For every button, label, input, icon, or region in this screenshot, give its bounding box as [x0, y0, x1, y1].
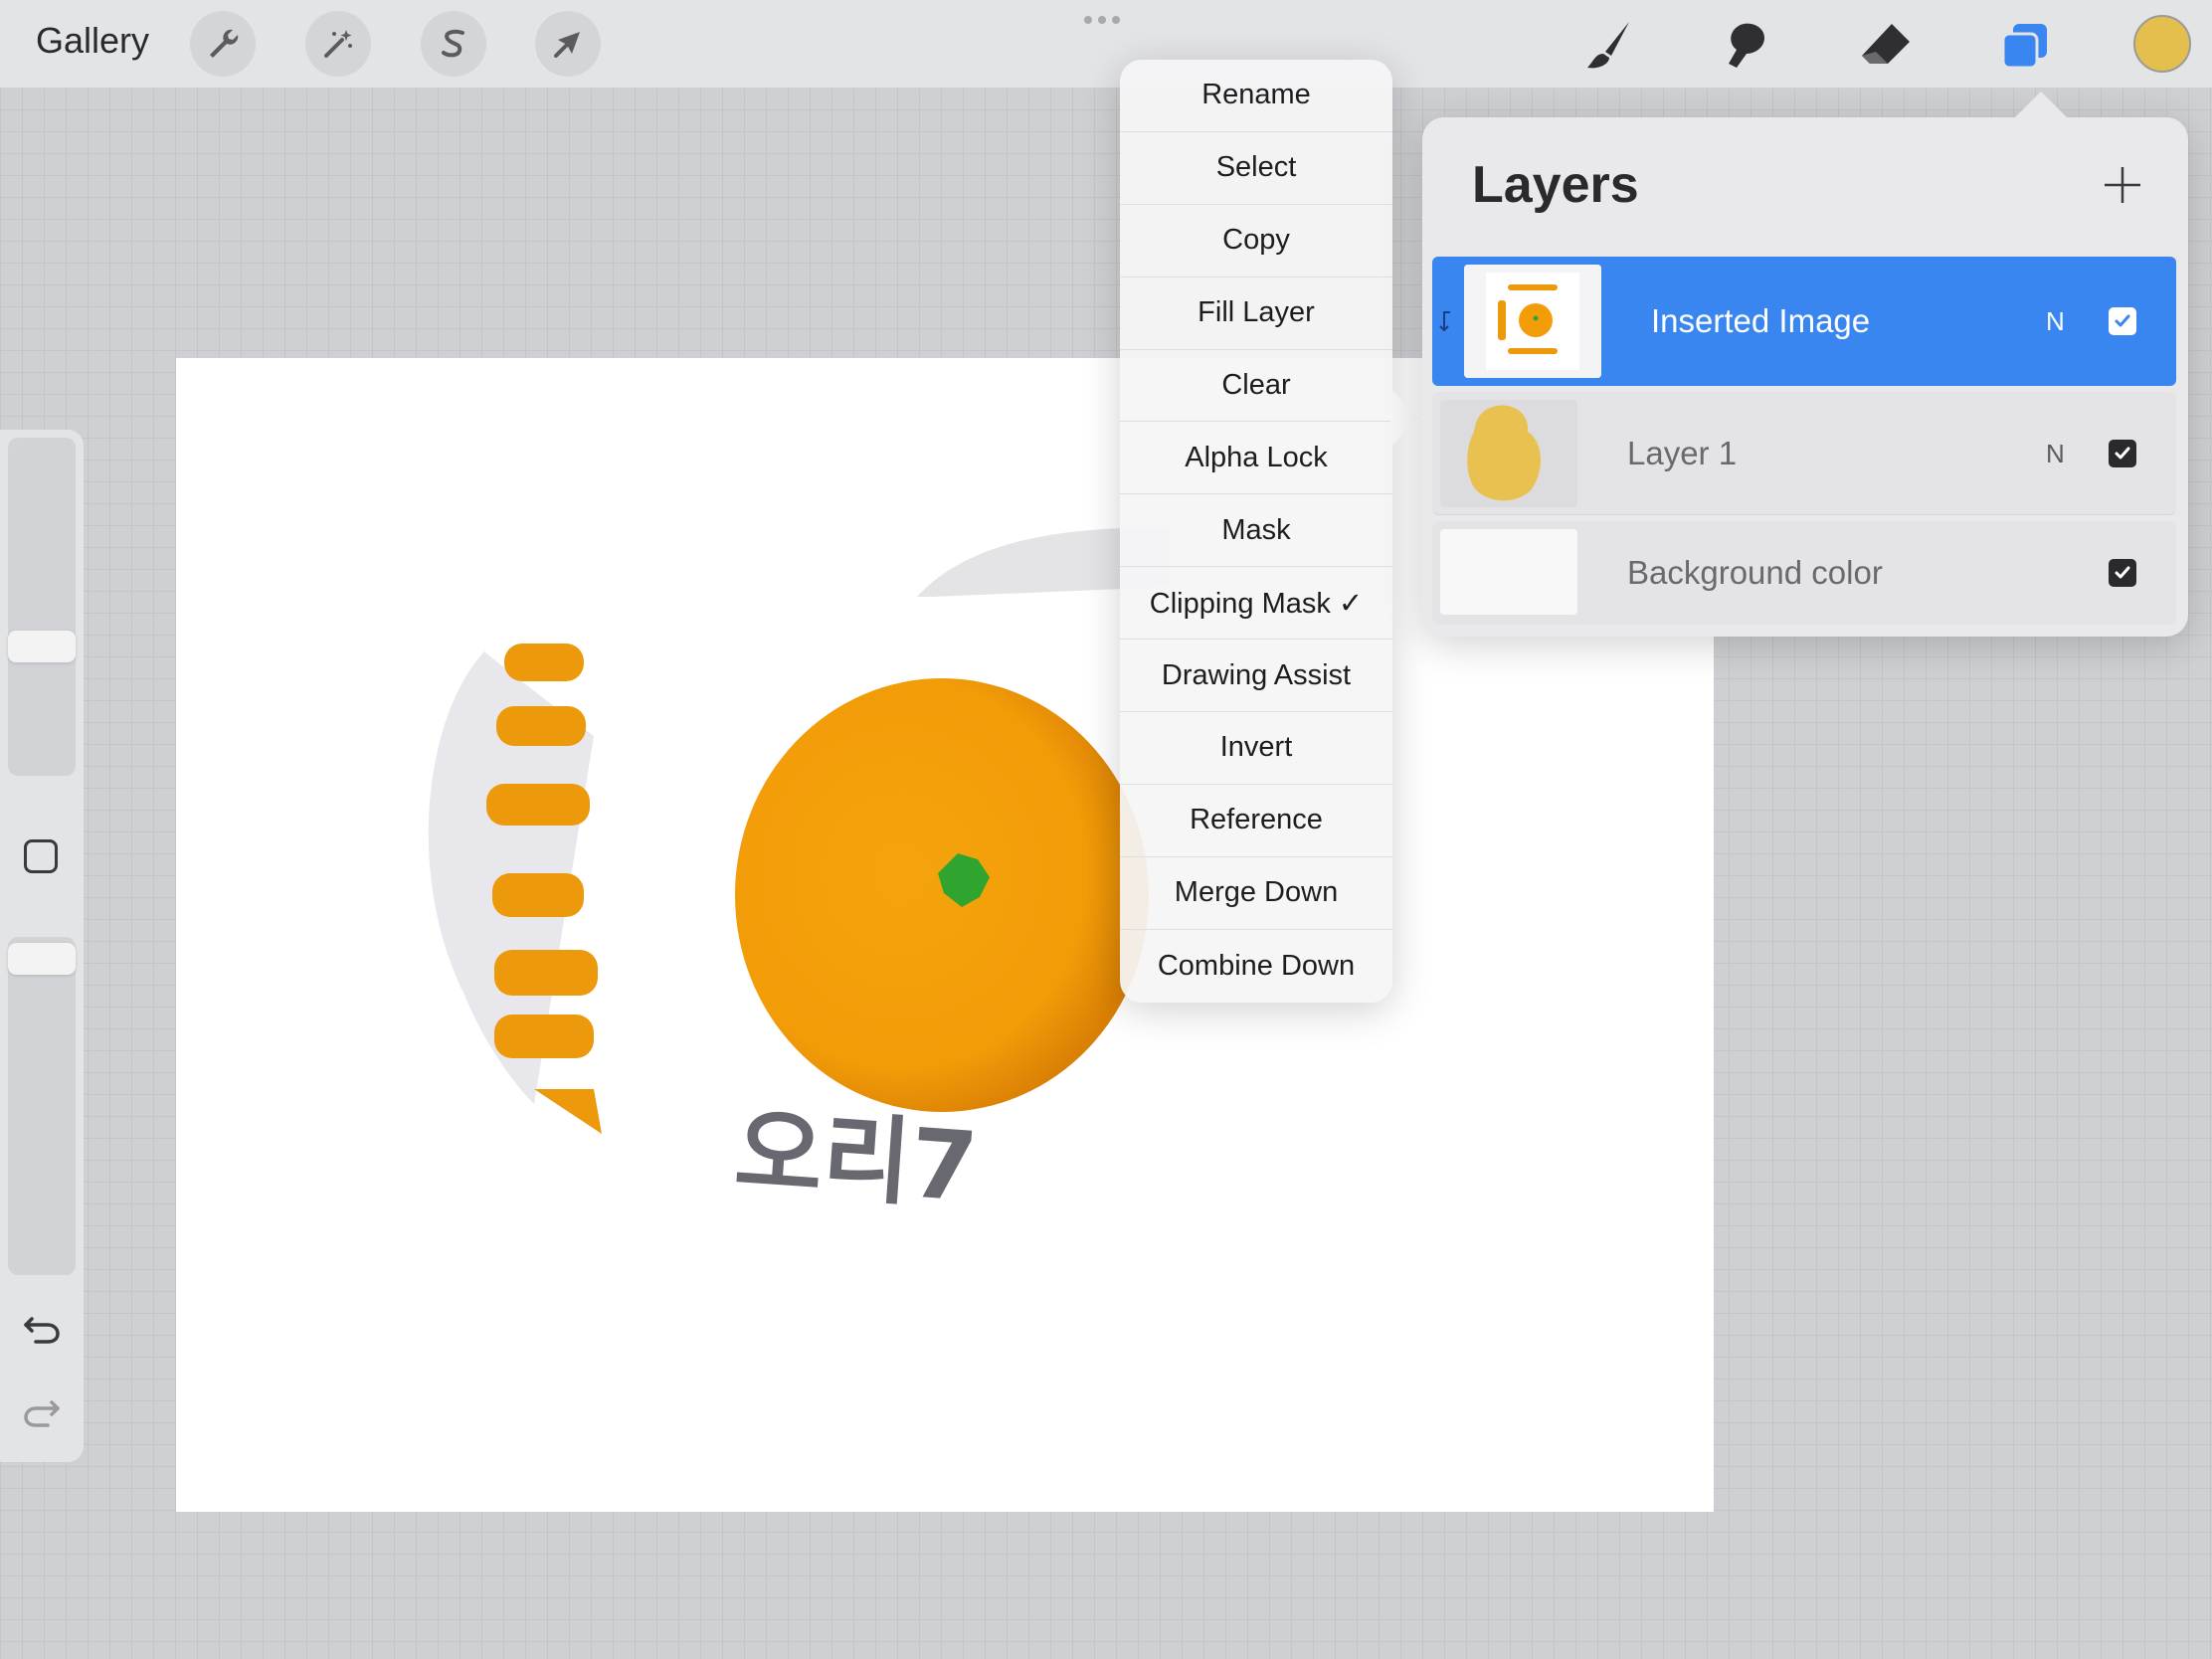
- brush-icon: [1587, 22, 1629, 69]
- menu-item-reference[interactable]: Reference: [1120, 785, 1392, 857]
- visibility-checkbox[interactable]: [2109, 440, 2136, 467]
- layer-row-background-color[interactable]: Background color: [1432, 521, 2176, 625]
- menu-item-fill-layer[interactable]: Fill Layer: [1120, 277, 1392, 350]
- selection-button[interactable]: [421, 11, 486, 77]
- opacity-handle[interactable]: [8, 943, 76, 975]
- adjustments-button[interactable]: [305, 11, 371, 77]
- eraser-tool-button[interactable]: [1854, 14, 1918, 78]
- add-layer-button[interactable]: [2095, 157, 2150, 213]
- brush-size-slider[interactable]: [8, 438, 76, 776]
- selection-s-icon: [442, 29, 464, 58]
- layer-thumbnail-layer-1: [1440, 400, 1577, 507]
- layer-row-inserted-image[interactable]: Inserted Image N: [1432, 257, 2176, 386]
- redo-icon: [24, 1400, 60, 1427]
- orange-fruit: [735, 678, 1149, 1112]
- layer-name: Inserted Image: [1651, 302, 1871, 339]
- menu-item-drawing-assist[interactable]: Drawing Assist: [1120, 640, 1392, 713]
- plus-icon: [2105, 167, 2140, 203]
- checkmark-icon: [2115, 447, 2130, 460]
- menu-item-mask[interactable]: Mask: [1120, 494, 1392, 568]
- layer-row-layer-1[interactable]: Layer 1 N: [1432, 392, 2176, 515]
- opacity-slider[interactable]: [8, 937, 76, 1275]
- transform-arrow-icon: [554, 32, 580, 58]
- menu-item-alpha-lock[interactable]: Alpha Lock: [1120, 422, 1392, 495]
- magic-wand-icon: [324, 30, 352, 58]
- handwritten-label: 오리7: [731, 1095, 981, 1223]
- wrench-icon: [210, 29, 239, 58]
- layer-thumbnail-inserted-image: [1464, 265, 1601, 378]
- eraser-icon: [1862, 24, 1910, 64]
- drag-handle[interactable]: [1084, 16, 1120, 24]
- redo-button[interactable]: [20, 1388, 64, 1432]
- clipping-arrow-icon: [1439, 311, 1450, 332]
- brush-size-handle[interactable]: [8, 631, 76, 662]
- checkmark-icon: [2115, 566, 2130, 579]
- layer-name: Layer 1: [1627, 435, 1738, 471]
- smudge-icon: [1729, 23, 1764, 68]
- layers-tool-button[interactable]: [1993, 14, 2057, 78]
- visibility-checkbox[interactable]: [2109, 559, 2136, 587]
- menu-item-clear[interactable]: Clear: [1120, 350, 1392, 423]
- menu-item-combine-down[interactable]: Combine Down: [1120, 930, 1392, 1003]
- menu-item-clipping-mask[interactable]: Clipping Mask ✓: [1120, 567, 1392, 641]
- brush-tool-button[interactable]: [1577, 14, 1641, 78]
- top-toolbar: Gallery: [0, 0, 2212, 89]
- menu-item-select[interactable]: Select: [1120, 132, 1392, 205]
- layers-panel: Layers Inserted Image N Layer 1 N Backgr…: [1422, 92, 2188, 637]
- gallery-button[interactable]: Gallery: [36, 20, 149, 62]
- menu-item-invert[interactable]: Invert: [1120, 712, 1392, 785]
- panel-pointer: [2015, 92, 2067, 117]
- modify-button[interactable]: [24, 839, 58, 873]
- menu-pointer: [1390, 388, 1418, 448]
- layers-title: Layers: [1472, 156, 1639, 214]
- color-picker-button[interactable]: [2133, 15, 2191, 73]
- menu-item-merge-down[interactable]: Merge Down: [1120, 857, 1392, 930]
- layers-icon: [2001, 24, 2047, 70]
- visibility-checkbox[interactable]: [2109, 307, 2136, 335]
- checkmark-icon: [2115, 314, 2130, 327]
- blend-mode-button[interactable]: N: [2046, 439, 2065, 469]
- layer-actions-menu: Rename Select Copy Fill Layer Clear Alph…: [1120, 60, 1418, 1003]
- smudge-tool-button[interactable]: [1715, 14, 1778, 78]
- actions-button[interactable]: [190, 11, 256, 77]
- menu-item-rename[interactable]: Rename: [1120, 60, 1392, 132]
- undo-icon: [24, 1317, 60, 1344]
- menu-item-copy[interactable]: Copy: [1120, 205, 1392, 277]
- layer-name: Background color: [1627, 554, 1883, 591]
- undo-button[interactable]: [20, 1305, 64, 1349]
- layer-thumbnail-background: [1440, 529, 1577, 615]
- transform-button[interactable]: [535, 11, 601, 77]
- blend-mode-button[interactable]: N: [2046, 306, 2065, 337]
- left-sidebar: [0, 430, 84, 1462]
